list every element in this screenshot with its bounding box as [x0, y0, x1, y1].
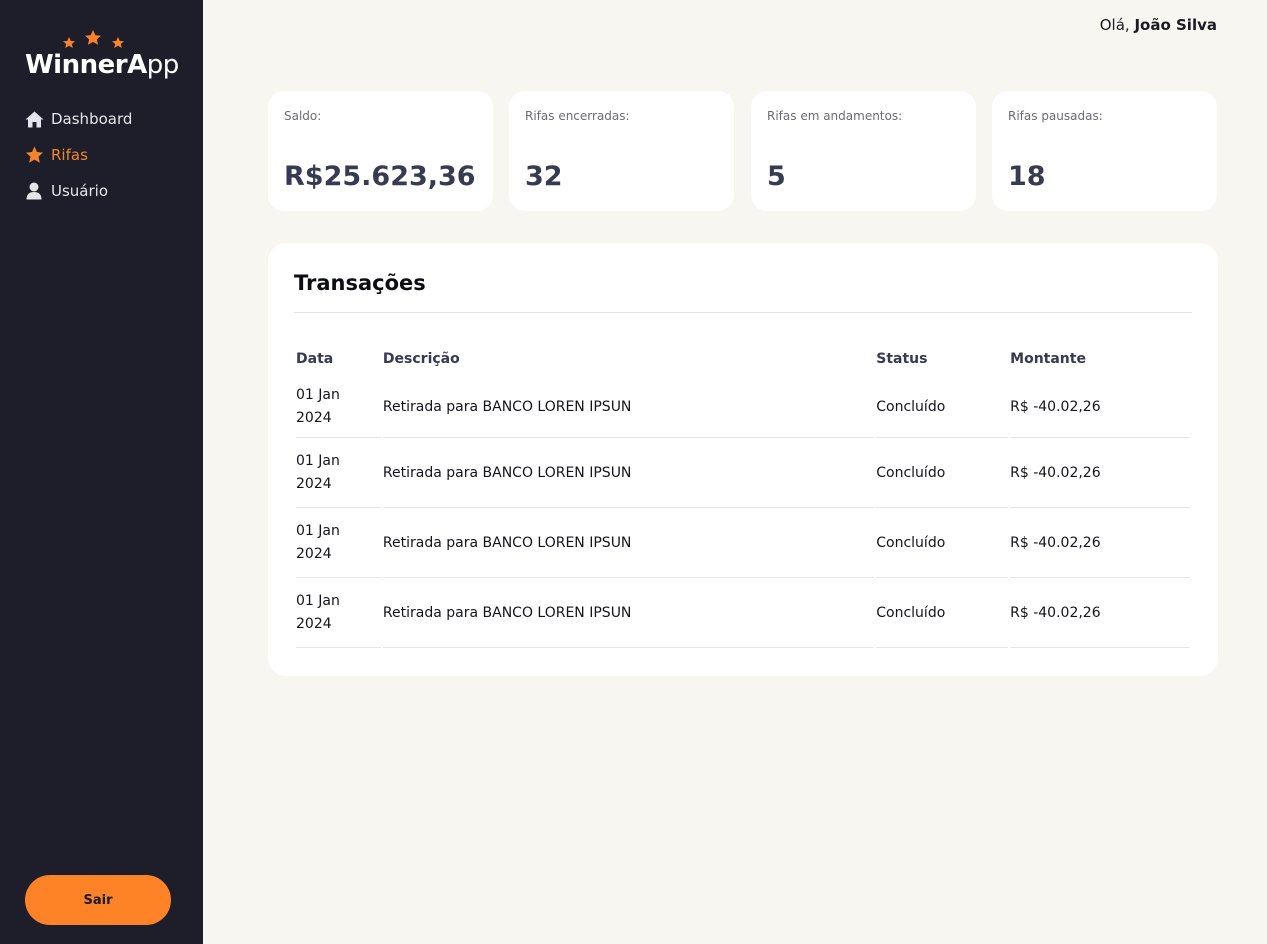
table-row[interactable]: 01 Jan 2024 Retirada para BANCO LOREN IPS… [296, 578, 1190, 648]
sidebar-item-label: Dashboard [51, 110, 133, 128]
sidebar-item-dashboard[interactable]: Dashboard [24, 106, 132, 132]
user-greeting[interactable]: Olá, João Silva [1100, 16, 1217, 34]
sidebar-item-label: Usuário [51, 182, 109, 200]
logout-button[interactable]: Sair [25, 875, 171, 925]
transactions-panel: Transações Data Descrição Status Montant… [268, 243, 1218, 676]
stat-card-label: Saldo: [284, 109, 322, 123]
cell-description: Retirada para BANCO LOREN IPSUN [382, 376, 875, 438]
logo-text: WinnerApp [25, 50, 179, 80]
cell-date-year: 2024 [296, 545, 332, 562]
column-header-date[interactable]: Data [296, 338, 381, 376]
transactions-title: Transações [294, 271, 426, 295]
sidebar-item-usuario[interactable]: Usuário [24, 178, 132, 204]
cell-status: Concluído [876, 376, 1009, 438]
stat-card-label: Rifas em andamentos: [767, 109, 903, 123]
cell-date-day: 01 Jan [296, 592, 340, 609]
column-header-description[interactable]: Descrição [383, 338, 874, 376]
app-logo[interactable]: WinnerApp [25, 30, 185, 86]
user-icon [24, 182, 44, 200]
cell-status: Concluído [876, 438, 1009, 508]
sidebar: WinnerApp Dashboard Rifas Usuário Sair [0, 0, 203, 944]
cell-date: 01 Jan 2024 [296, 508, 381, 578]
cell-date: 01 Jan 2024 [296, 376, 381, 438]
cell-date-day: 01 Jan [296, 452, 340, 469]
stat-card-value: R$25.623,36 [284, 161, 476, 192]
table-header-row: Data Descrição Status Montante [296, 338, 1190, 376]
table-row[interactable]: 01 Jan 2024 Retirada para BANCO LOREN IPS… [296, 508, 1190, 578]
cell-amount: R$ -40.02,26 [1010, 376, 1190, 438]
sidebar-nav: Dashboard Rifas Usuário [24, 106, 132, 214]
stat-card-label: Rifas encerradas: [525, 109, 630, 123]
logo-text-a: A [127, 50, 147, 80]
stat-card-balance: Saldo: R$25.623,36 [268, 91, 493, 211]
stat-card-paused-raffles: Rifas pausadas: 18 [992, 91, 1217, 211]
cell-amount: R$ -40.02,26 [1010, 508, 1190, 578]
cell-description: Retirada para BANCO LOREN IPSUN [382, 578, 875, 648]
cell-description: Retirada para BANCO LOREN IPSUN [382, 438, 875, 508]
cell-date: 01 Jan 2024 [296, 578, 381, 648]
table-row[interactable]: 01 Jan 2024 Retirada para BANCO LOREN IPS… [296, 438, 1190, 508]
cell-date-year: 2024 [296, 475, 332, 492]
cell-date-year: 2024 [296, 615, 332, 632]
sidebar-item-rifas[interactable]: Rifas [24, 142, 132, 168]
stat-card-active-raffles: Rifas em andamentos: 5 [751, 91, 976, 211]
cell-status: Concluído [876, 508, 1009, 578]
star-icon [24, 146, 44, 164]
column-header-status[interactable]: Status [876, 338, 1008, 376]
transactions-table: Data Descrição Status Montante 01 Jan 202… [294, 338, 1192, 648]
greeting-prefix: Olá, [1099, 16, 1130, 34]
cell-status: Concluído [876, 578, 1009, 648]
home-icon [24, 110, 44, 128]
column-header-amount[interactable]: Montante [1010, 338, 1190, 376]
stat-card-closed-raffles: Rifas encerradas: 32 [509, 91, 734, 211]
stat-card-value: 18 [1008, 161, 1046, 192]
user-name: João Silva [1134, 16, 1217, 34]
logo-text-pp: pp [146, 50, 180, 80]
cell-date-year: 2024 [296, 409, 332, 426]
divider [294, 312, 1192, 313]
stat-card-label: Rifas pausadas: [1008, 109, 1103, 123]
stat-card-value: 5 [767, 161, 786, 192]
logo-text-winner: Winner [25, 50, 128, 80]
cell-date: 01 Jan 2024 [296, 438, 381, 508]
cell-amount: R$ -40.02,26 [1010, 578, 1190, 648]
sidebar-item-label: Rifas [51, 146, 88, 164]
cell-amount: R$ -40.02,26 [1010, 438, 1190, 508]
table-row[interactable]: 01 Jan 2024 Retirada para BANCO LOREN IPS… [296, 376, 1190, 438]
cell-description: Retirada para BANCO LOREN IPSUN [382, 508, 875, 578]
stat-card-value: 32 [525, 161, 563, 192]
cell-date-day: 01 Jan [296, 522, 340, 539]
cell-date-day: 01 Jan [296, 386, 340, 403]
